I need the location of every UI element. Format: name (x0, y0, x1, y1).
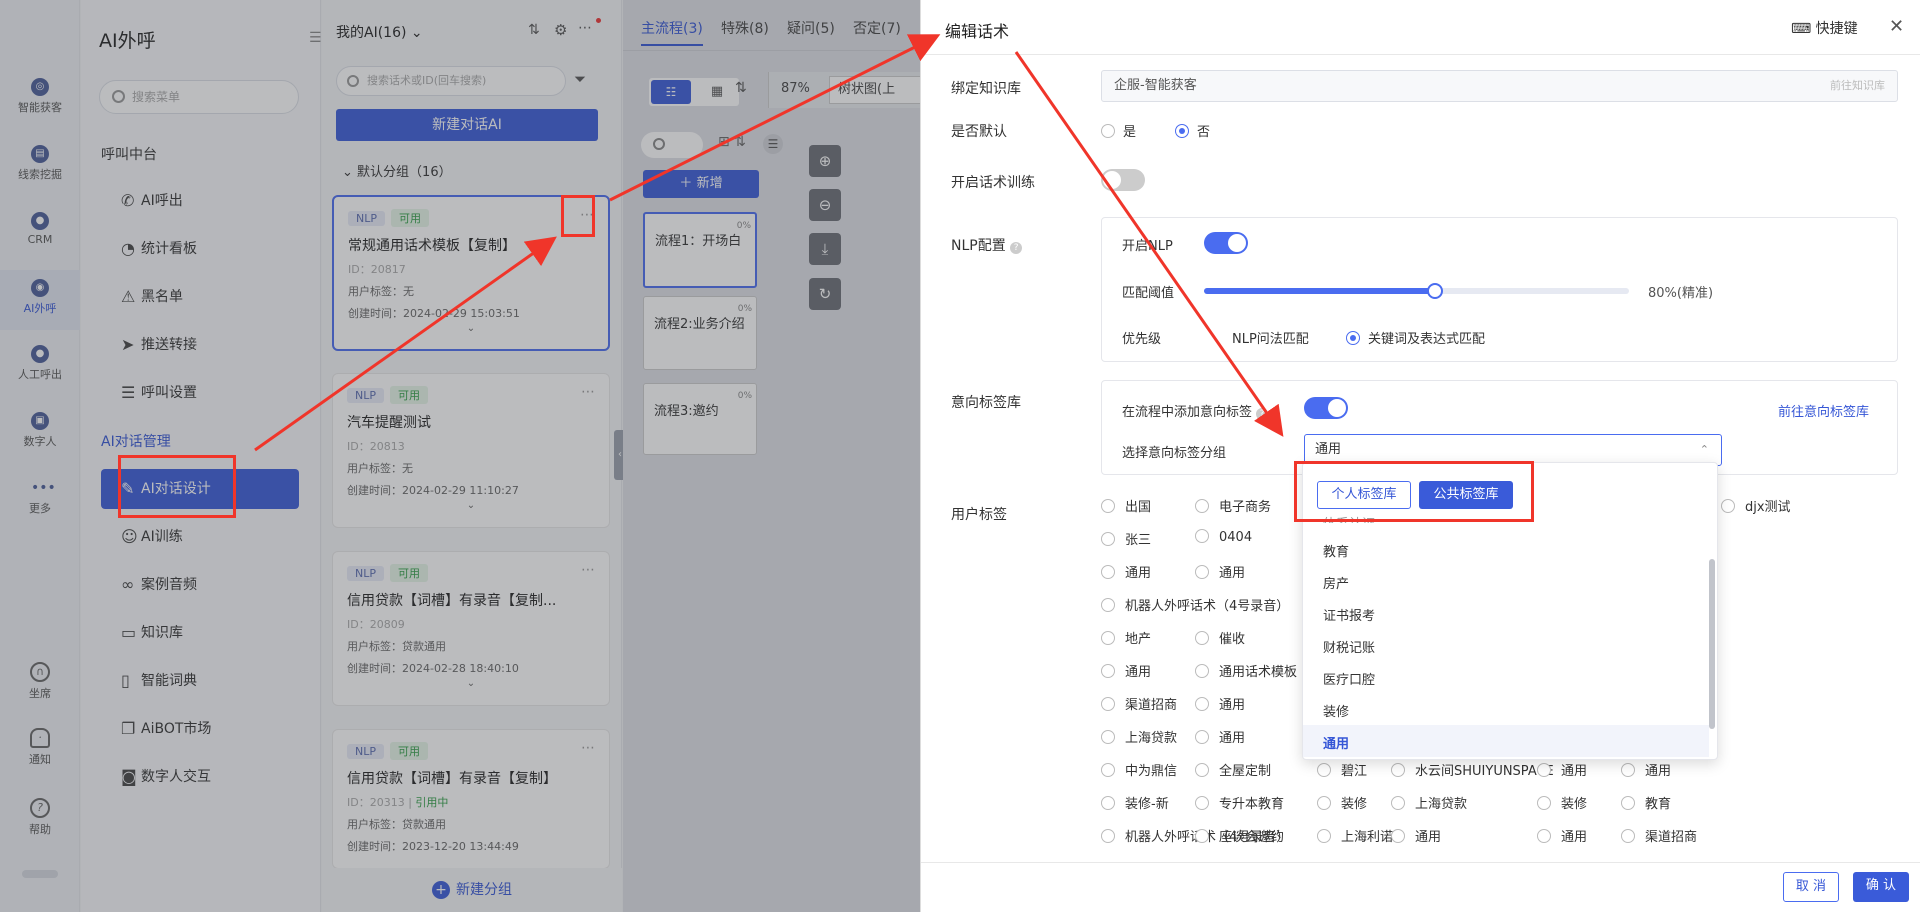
default-radio-no[interactable]: 否 (1175, 121, 1210, 140)
chevron-up-icon: ⌃ (1699, 443, 1709, 456)
nlp-label: NLP配置 ? (951, 235, 1023, 255)
intent-link[interactable]: 前往意向标签库 (1778, 401, 1869, 420)
user-tag-radio[interactable]: 通用 (1101, 661, 1151, 680)
user-tag-radio[interactable]: 0404 (1195, 529, 1252, 545)
user-tag-radio[interactable]: 通用 (1195, 694, 1245, 713)
user-tag-radio[interactable]: 通用 (1195, 562, 1245, 581)
dropdown-option[interactable]: 证书报考 (1323, 605, 1375, 624)
cancel-button[interactable]: 取 消 (1783, 872, 1839, 902)
user-tag-radio[interactable]: 张三 (1101, 529, 1151, 548)
edit-script-drawer: 编辑话术 ⌨ 快捷键 ✕ 绑定知识库 企服-智能获客 前往知识库 是否默认 是 否… (920, 0, 1920, 912)
dropdown-option[interactable]: 医疗口腔 (1323, 669, 1375, 688)
annotation-box (118, 455, 236, 518)
threshold-value: 80%(精准) (1648, 286, 1714, 301)
training-switch[interactable] (1101, 169, 1145, 191)
close-icon[interactable]: ✕ (1889, 16, 1904, 37)
user-tag-radio[interactable]: 装修-新 (1101, 793, 1169, 812)
dropdown-option[interactable]: 装修 (1323, 701, 1349, 720)
dropdown-option[interactable]: 教育 (1323, 541, 1349, 560)
user-tag-radio[interactable]: 教育 (1621, 793, 1671, 812)
kb-link[interactable]: 前往知识库 (1830, 71, 1885, 101)
dropdown-option[interactable]: 财税记账 (1323, 637, 1375, 656)
user-tag-radio[interactable]: 装修 (1537, 793, 1587, 812)
dropdown-option[interactable]: 房产 (1323, 573, 1349, 592)
footer-divider (921, 862, 1920, 863)
user-tag-radio[interactable]: 催收 (1195, 628, 1245, 647)
nlp-enable-label: 开启NLP (1122, 239, 1173, 254)
intent-switch[interactable] (1304, 397, 1348, 419)
slider-fill (1204, 288, 1436, 294)
user-tag-label: 用户标签 (951, 507, 1007, 523)
user-tag-radio[interactable]: 中为鼎信 (1101, 760, 1177, 779)
priority-keyword-radio[interactable]: 关键词及表达式匹配 (1346, 328, 1485, 347)
slider-handle[interactable] (1427, 283, 1444, 299)
confirm-button[interactable]: 确 认 (1853, 872, 1909, 902)
help-icon[interactable]: ? (1256, 408, 1269, 420)
user-tag-radio[interactable]: 上海贷款 (1391, 793, 1467, 812)
user-tag-radio[interactable]: 出国 (1101, 496, 1151, 515)
intent-group-label: 选择意向标签分组 (1122, 446, 1227, 461)
header-divider (921, 54, 1920, 55)
kb-field[interactable]: 企服-智能获客 前往知识库 (1101, 70, 1898, 102)
dropdown-scrollbar[interactable] (1709, 559, 1715, 729)
threshold-label: 匹配阈值 (1122, 286, 1175, 301)
user-tag-radio[interactable]: 通用 (1537, 760, 1587, 779)
help-icon[interactable]: ? (1010, 242, 1023, 254)
user-tag-radio[interactable]: 电子商务 (1195, 496, 1271, 515)
threshold-slider[interactable] (1204, 283, 1629, 299)
training-label: 开启话术训练 (951, 175, 1035, 191)
priority-label: 优先级 (1122, 332, 1162, 347)
intent-add-label: 在流程中添加意向标签 ? (1122, 401, 1269, 420)
user-tag-radio[interactable]: 渠道招商 (1621, 826, 1697, 845)
default-radio-yes[interactable]: 是 (1101, 121, 1136, 140)
user-tag-radio[interactable]: 通用 (1621, 760, 1671, 779)
user-tag-radio[interactable]: 装修 (1317, 793, 1367, 812)
shortcut-button[interactable]: ⌨ 快捷键 (1791, 18, 1858, 38)
user-tag-radio[interactable]: 通用 (1537, 826, 1587, 845)
annotation-box (561, 195, 595, 237)
nlp-panel: 开启NLP 匹配阈值 80%(精准) 优先级 NLP问法匹配 关键词及表达式匹配 (1101, 217, 1898, 362)
user-tag-radio[interactable]: 地产 (1101, 628, 1151, 647)
priority-nlp-radio[interactable]: NLP问法匹配 (1232, 328, 1309, 347)
user-tag-radio[interactable]: 上海贷款 (1101, 727, 1177, 746)
user-tag-radio[interactable]: 机器人外呼话术（4号录音） (1101, 595, 1289, 614)
user-tag-radio[interactable]: 通用 (1101, 562, 1151, 581)
kb-label: 绑定知识库 (951, 81, 1021, 97)
drawer-title: 编辑话术 (945, 22, 1010, 41)
user-tag-radio[interactable]: 通用话术模板 (1195, 661, 1297, 680)
intent-label: 意向标签库 (951, 395, 1021, 411)
keyboard-icon: ⌨ (1791, 21, 1812, 37)
user-tag-radio[interactable]: 渠道招商 (1101, 694, 1177, 713)
user-tag-radio[interactable]: 专升本教育 (1195, 793, 1284, 812)
user-tag-radio[interactable]: 水云间SHUIYUNSPACE (1391, 760, 1554, 779)
user-tag-radio[interactable]: 座谈会邀约 (1195, 826, 1284, 845)
default-label: 是否默认 (951, 124, 1007, 140)
user-tag-radio[interactable]: djx测试 (1721, 496, 1791, 515)
annotation-box (1294, 461, 1534, 522)
user-tag-radio[interactable]: 通用 (1195, 727, 1245, 746)
user-tag-radio[interactable]: 上海利诺 (1317, 826, 1393, 845)
user-tag-radio[interactable]: 通用 (1391, 826, 1441, 845)
dropdown-option-selected[interactable]: 通用 (1303, 725, 1709, 757)
user-tag-radio[interactable]: 全屋定制 (1195, 760, 1271, 779)
user-tag-radio[interactable]: 碧江 (1317, 760, 1367, 779)
nlp-switch[interactable] (1204, 232, 1248, 254)
